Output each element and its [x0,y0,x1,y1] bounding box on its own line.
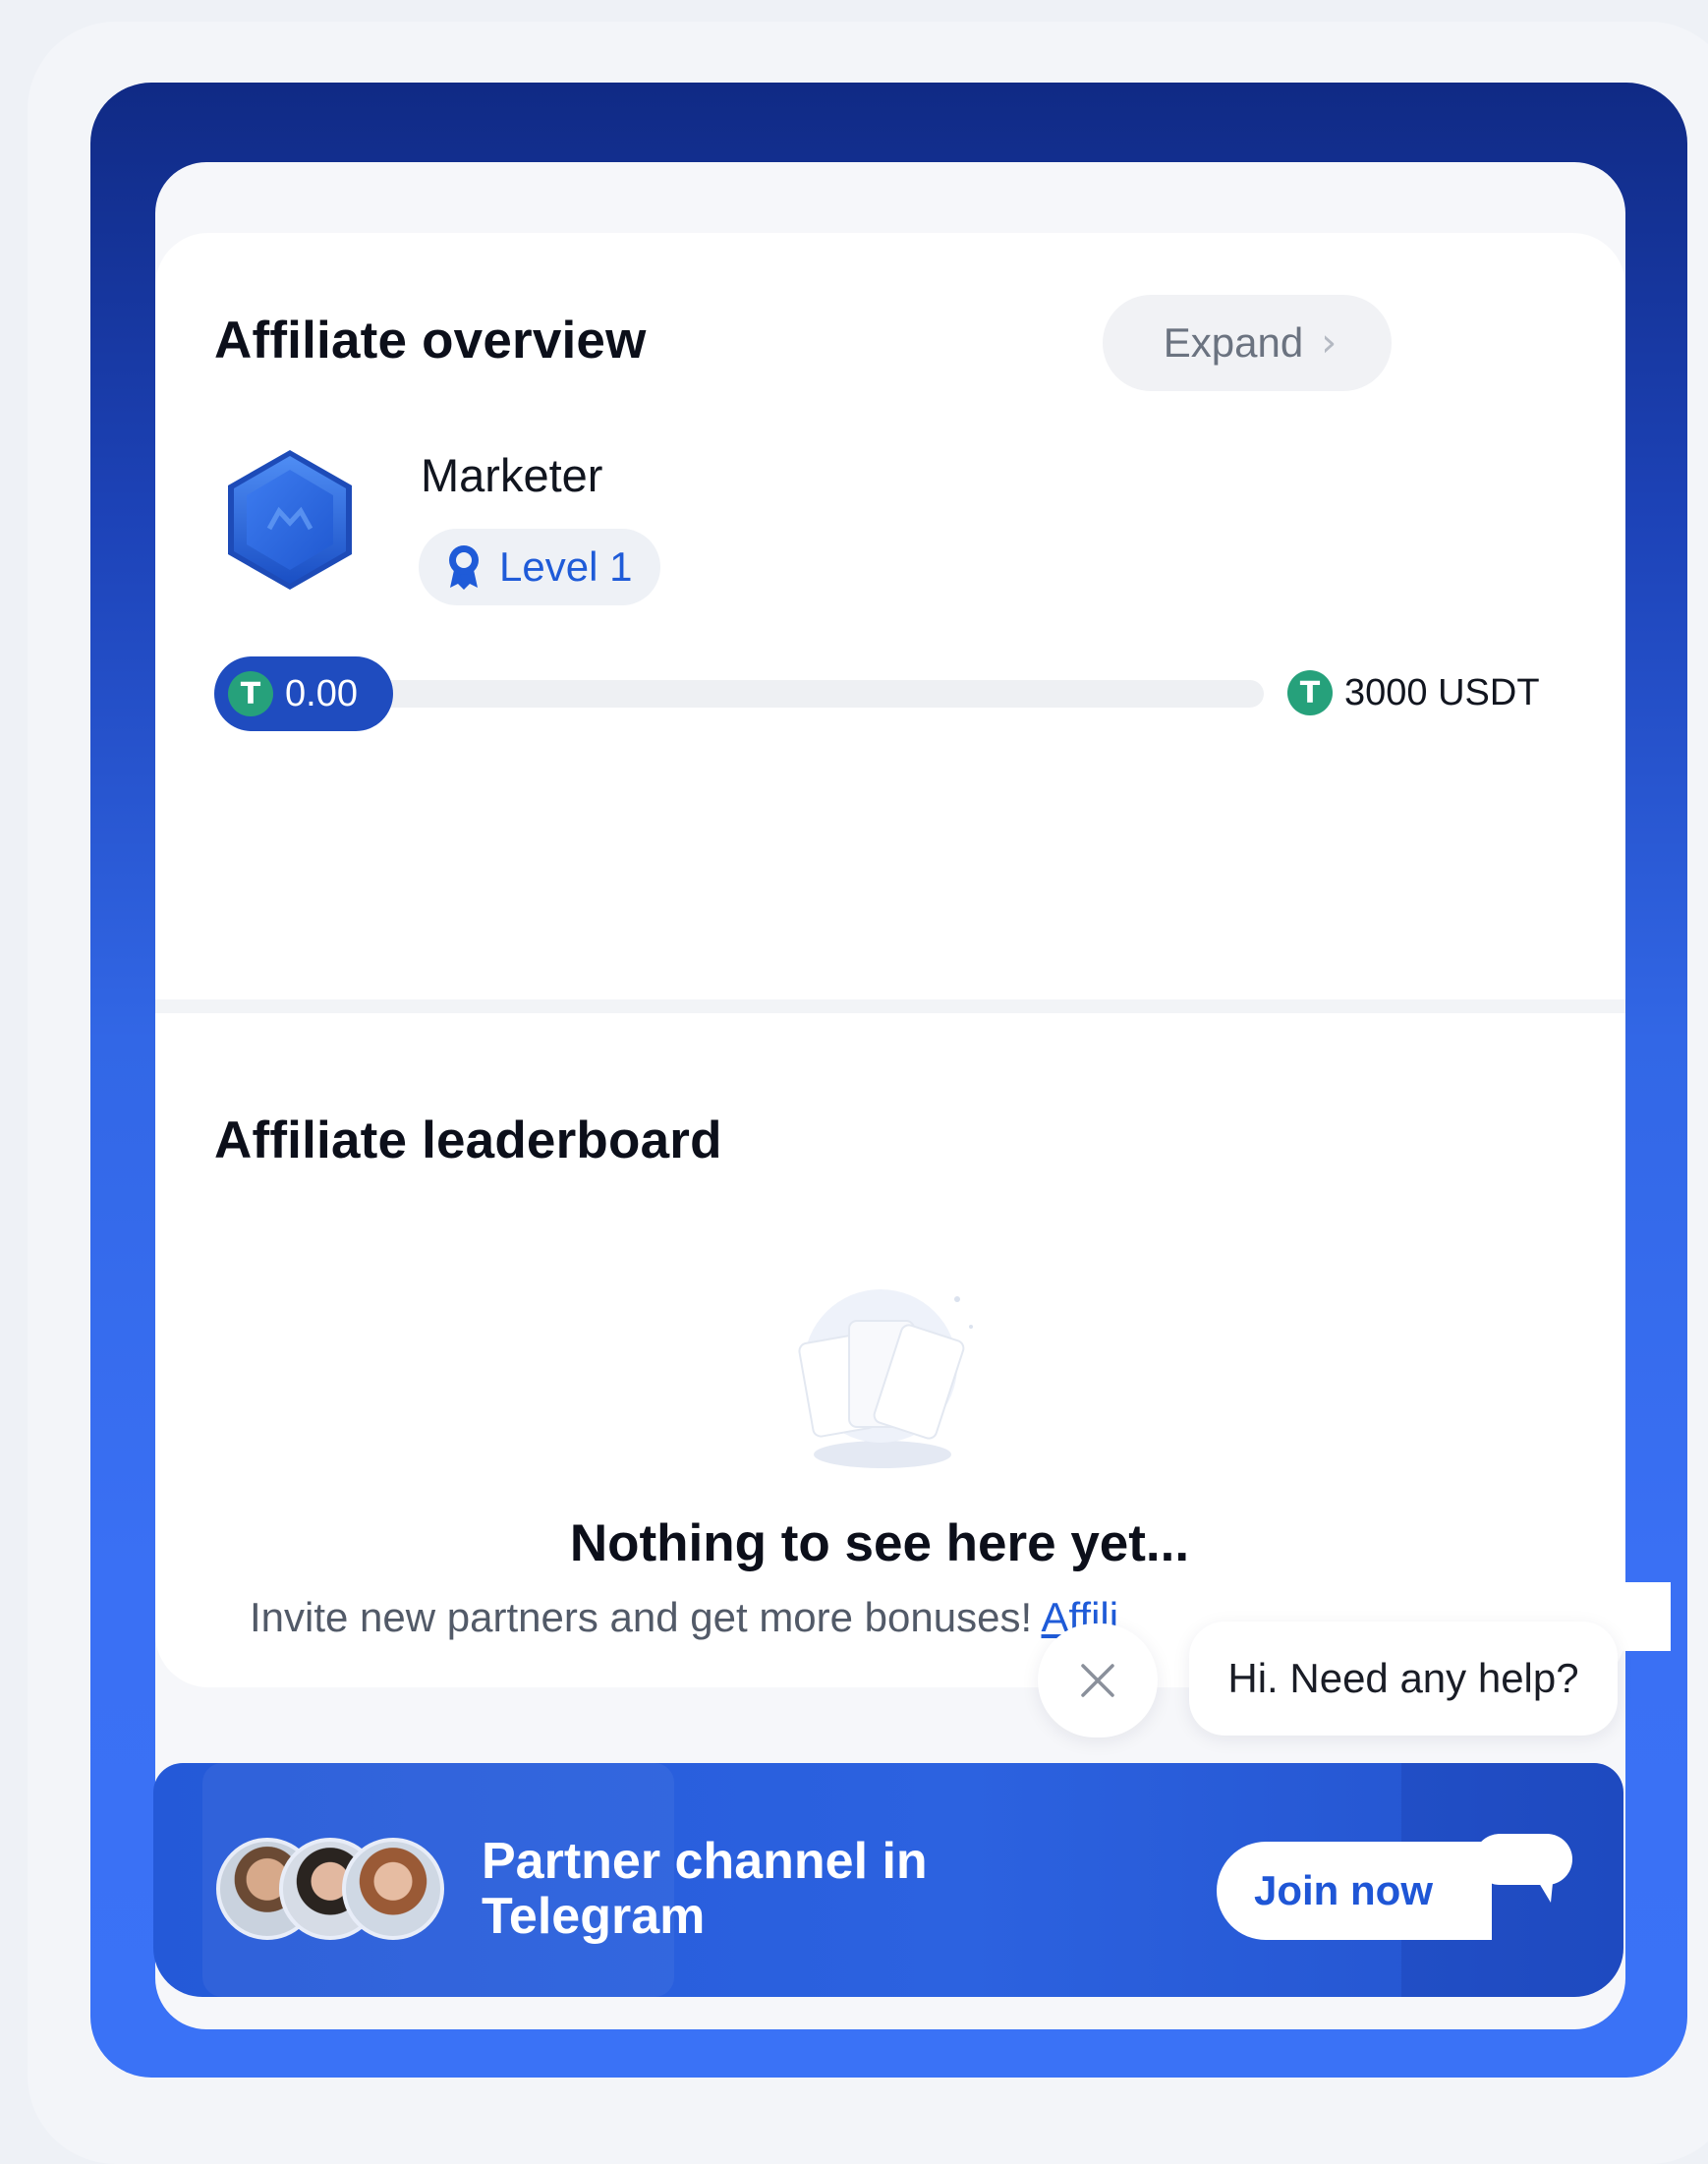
progress-current-value: 0.00 [285,672,358,714]
empty-cards-illustration [798,1289,973,1468]
chevron-right-icon: › [1321,320,1338,366]
close-icon [1081,1664,1114,1697]
partner-avatars [216,1838,452,1946]
affiliate-card [155,162,1625,2029]
award-ribbon-icon [449,545,479,590]
level-badge: Level 1 [419,529,660,605]
usdt-icon: T [228,671,273,716]
expand-button[interactable]: Expand › [1103,295,1392,391]
empty-state-description: Invite new partners and get more bonuses… [250,1594,1042,1640]
level-label: Level 1 [499,543,633,590]
chat-greeting[interactable]: Hi. Need any help? [1189,1622,1618,1736]
chat-close-button[interactable] [1038,1623,1158,1737]
progress-target: T 3000 USDT [1287,670,1540,715]
avatar [342,1838,444,1940]
empty-state-title: Nothing to see here yet... [569,1514,1190,1572]
role-name: Marketer [421,449,603,501]
join-now-button[interactable]: Join now [1217,1842,1492,1940]
usdt-icon: T [1287,670,1333,715]
chat-bubble-icon[interactable] [1470,1830,1578,1918]
empty-state-text: Invite new partners and get more bonuses… [250,1594,1118,1641]
leaderboard-title: Affiliate leaderboard [214,1111,722,1169]
progress-target-value: 3000 USDT [1344,671,1540,713]
section-divider [155,999,1625,1013]
overview-title: Affiliate overview [214,312,647,370]
marketer-hexagon-icon [228,450,352,590]
expand-label: Expand [1163,319,1304,366]
banner-title: Partner channel in Telegram [482,1833,928,1945]
progress-current: T 0.00 [214,656,393,731]
